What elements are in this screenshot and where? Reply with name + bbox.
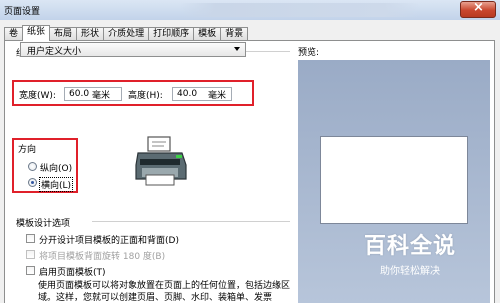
tab-print-order[interactable]: 打印顺序 bbox=[148, 27, 195, 41]
rotate-back-label: 将项目模板背面旋转 180 度(B) bbox=[39, 252, 166, 262]
height-label: 高度(H): bbox=[128, 91, 163, 101]
template-options-divider bbox=[92, 221, 290, 222]
separate-front-back-checkbox[interactable] bbox=[26, 234, 35, 243]
separate-front-back-label[interactable]: 分开设计项目模板的正面和背面(D) bbox=[39, 233, 179, 246]
portrait-radio[interactable] bbox=[28, 162, 37, 171]
enable-page-template-checkbox[interactable] bbox=[26, 266, 35, 275]
template-description: 使用页面模板可以将对象放置在页面上的任何位置，包括边缘区域。这样，您就可以创建页… bbox=[38, 281, 291, 303]
paper-size-select[interactable]: 用户定义大小 bbox=[20, 42, 246, 57]
watermark-logo: 百科全说 助你轻松解决 bbox=[340, 228, 480, 277]
paper-size-value: 用户定义大小 bbox=[27, 47, 82, 57]
tab-paper[interactable]: 纸张 bbox=[22, 25, 51, 41]
title-bar: 页面设置 bbox=[0, 0, 500, 20]
tab-template[interactable]: 模板 bbox=[193, 27, 222, 41]
landscape-label[interactable]: 横向(L) bbox=[39, 177, 74, 192]
tab-strip: 卷 纸张 布局 形状 介质处理 打印顺序 模板 背景 bbox=[4, 25, 249, 41]
preview-label: 预览: bbox=[298, 48, 320, 58]
close-button[interactable] bbox=[460, 0, 496, 18]
window-title: 页面设置 bbox=[4, 7, 41, 17]
rotate-back-checkbox[interactable] bbox=[26, 250, 35, 259]
tab-media-handling[interactable]: 介质处理 bbox=[103, 27, 150, 41]
tab-background[interactable]: 背景 bbox=[220, 27, 249, 41]
landscape-radio[interactable] bbox=[28, 178, 37, 187]
watermark-title: 百科全说 bbox=[363, 234, 456, 259]
printer-icon bbox=[135, 136, 187, 186]
portrait-label[interactable]: 纵向(O) bbox=[40, 161, 72, 174]
width-unit: 毫米 bbox=[92, 91, 111, 101]
preview-page bbox=[320, 136, 468, 224]
orientation-group-label: 方向 bbox=[16, 142, 39, 155]
template-options-label: 模板设计选项 bbox=[14, 216, 73, 229]
dropdown-arrow-icon bbox=[234, 47, 240, 51]
tab-layout[interactable]: 布局 bbox=[49, 27, 78, 41]
tab-roll[interactable]: 卷 bbox=[4, 27, 24, 41]
watermark-subtitle: 助你轻松解决 bbox=[380, 266, 440, 277]
enable-page-template-label[interactable]: 启用页面模板(T) bbox=[39, 265, 106, 278]
width-label: 宽度(W): bbox=[19, 91, 56, 101]
title-blur bbox=[180, 3, 420, 17]
tab-shape[interactable]: 形状 bbox=[76, 27, 105, 41]
height-unit: 毫米 bbox=[208, 91, 227, 101]
